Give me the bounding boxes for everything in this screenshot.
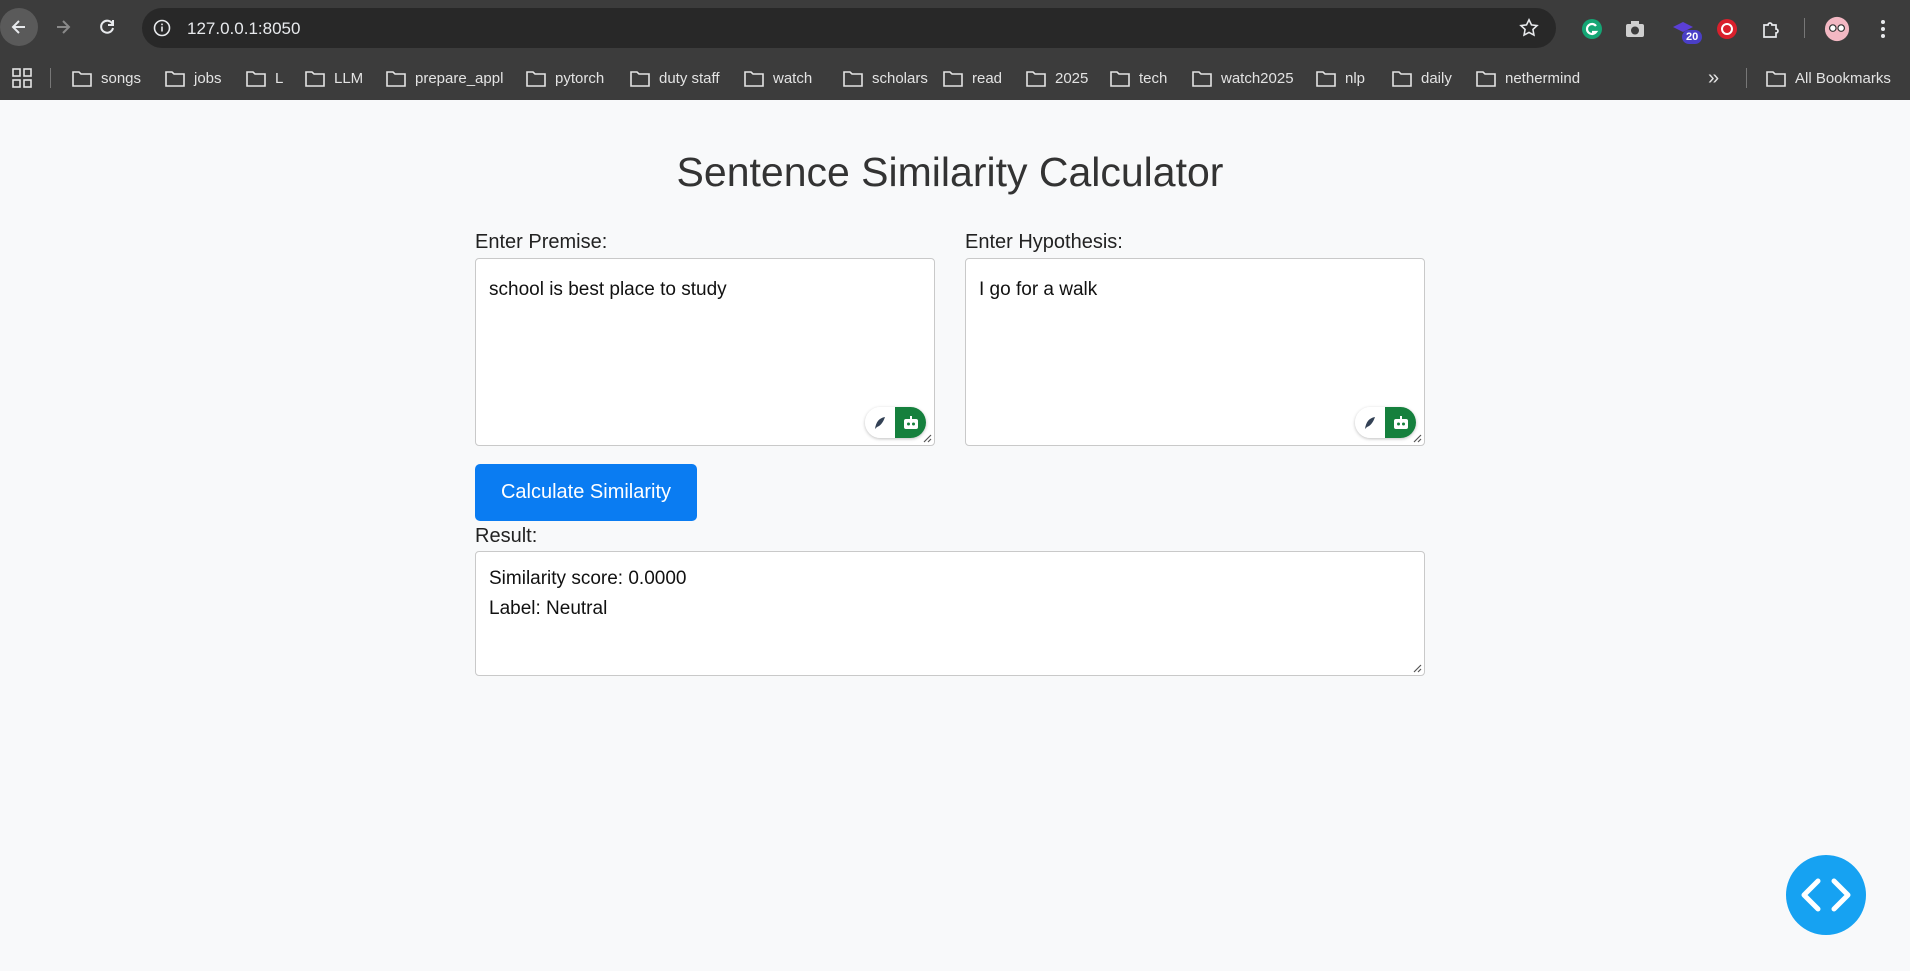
folder-icon <box>1392 70 1412 87</box>
result-label: Result: <box>475 525 538 547</box>
bookmark-label: 2025 <box>1055 69 1089 87</box>
all-bookmarks-label: All Bookmarks <box>1795 69 1891 87</box>
bookmark-item[interactable]: pytorch <box>526 67 604 89</box>
bookmark-label: nlp <box>1345 69 1366 87</box>
reload-button[interactable] <box>88 8 126 46</box>
bookmark-item[interactable]: songs <box>72 67 141 89</box>
bookmark-label: L <box>275 69 284 87</box>
bookmarks-divider <box>50 68 51 88</box>
folder-icon <box>526 70 546 87</box>
site-info-icon[interactable] <box>152 18 172 38</box>
label-text: Label: Neutral <box>489 598 608 619</box>
bookmark-item[interactable]: 2025 <box>1026 67 1088 89</box>
hypothesis-text[interactable]: I go for a walk <box>979 279 1097 300</box>
bookmark-star-icon[interactable] <box>1518 17 1540 39</box>
bookmark-label: watch2025 <box>1221 69 1294 87</box>
folder-icon <box>386 70 406 87</box>
bookmark-item[interactable]: nethermind <box>1476 67 1580 89</box>
folder-icon <box>72 70 92 87</box>
premise-text[interactable]: school is best place to study <box>489 279 727 300</box>
folder-icon <box>943 70 963 87</box>
grammarly-extension-icon[interactable] <box>1579 16 1605 42</box>
folder-icon <box>843 70 863 87</box>
address-bar[interactable]: 127.0.0.1:8050 <box>142 8 1556 48</box>
forward-arrow-icon <box>57 20 71 34</box>
feather-icon[interactable] <box>865 407 895 438</box>
extension-badge: 20 <box>1682 30 1703 44</box>
bookmark-label: prepare_appl <box>415 69 504 87</box>
bookmark-label: read <box>972 69 1003 87</box>
dev-tools-fab[interactable] <box>1786 855 1866 935</box>
folder-icon <box>1476 70 1496 87</box>
bookmark-label: jobs <box>194 69 222 87</box>
bookmark-label: songs <box>101 69 142 87</box>
bookmark-label: scholars <box>872 69 928 87</box>
red-extension-icon[interactable] <box>1714 16 1740 42</box>
profile-avatar[interactable] <box>1824 16 1850 42</box>
scholar-extension-icon[interactable]: 20 <box>1670 16 1703 44</box>
resize-handle-icon[interactable] <box>1412 663 1422 673</box>
forward-button[interactable] <box>44 8 82 46</box>
browser-toolbar: 127.0.0.1:8050 20 <box>0 0 1910 56</box>
camera-extension-icon[interactable] <box>1622 16 1648 42</box>
bookmark-label: tech <box>1139 69 1168 87</box>
folder-icon <box>246 70 266 87</box>
bookmark-item[interactable]: L <box>246 67 283 89</box>
bookmarks-bar: songs jobs L LLM prepare_appl pytorch duty sta… <box>0 56 1910 100</box>
similarity-score-text: Similarity score: 0.0000 <box>489 568 687 589</box>
bookmark-label: watch <box>773 69 813 87</box>
premise-label: Enter Premise: <box>475 231 608 253</box>
bookmark-item[interactable]: scholars <box>843 67 928 89</box>
folder-icon <box>1766 70 1786 87</box>
back-button[interactable] <box>0 8 38 46</box>
bookmark-item[interactable]: duty staff <box>630 67 720 89</box>
bookmarks-divider-2 <box>1746 68 1747 88</box>
bookmark-item[interactable]: LLM <box>305 67 363 89</box>
folder-icon <box>1026 70 1046 87</box>
bookmark-label: nethermind <box>1505 69 1581 87</box>
folder-icon <box>1110 70 1130 87</box>
feather-icon[interactable] <box>1355 407 1385 438</box>
reload-icon <box>100 19 114 34</box>
bookmark-item[interactable]: watch2025 <box>1192 67 1294 89</box>
apps-grid-icon[interactable] <box>12 67 41 89</box>
folder-icon <box>1316 70 1336 87</box>
bookmark-label: pytorch <box>555 69 605 87</box>
result-textarea[interactable]: Similarity score: 0.0000 Label: Neutral <box>475 551 1425 676</box>
grammarly-widget[interactable] <box>865 407 926 438</box>
bookmark-label: LLM <box>334 69 364 87</box>
more-bookmarks-chevron[interactable]: » <box>1708 67 1719 89</box>
folder-icon <box>1192 70 1212 87</box>
bookmark-label: duty staff <box>659 69 720 87</box>
resize-handle-icon[interactable] <box>1412 433 1422 443</box>
bookmark-item[interactable]: watch <box>744 67 812 89</box>
calculate-similarity-button[interactable]: Calculate Similarity <box>475 464 697 521</box>
code-brackets-icon <box>1801 878 1851 912</box>
folder-icon <box>165 70 185 87</box>
extensions-puzzle-icon[interactable] <box>1758 16 1784 42</box>
back-arrow-icon <box>11 20 25 34</box>
bookmark-item[interactable]: prepare_appl <box>386 67 503 89</box>
bookmark-item[interactable]: nlp <box>1316 67 1365 89</box>
bookmark-item[interactable]: jobs <box>165 67 222 89</box>
folder-icon <box>630 70 650 87</box>
hypothesis-textarea[interactable]: I go for a walk <box>965 258 1425 446</box>
folder-icon <box>305 70 325 87</box>
hypothesis-label: Enter Hypothesis: <box>965 231 1123 253</box>
all-bookmarks-item[interactable]: All Bookmarks <box>1766 67 1891 89</box>
browser-menu-icon[interactable] <box>1870 16 1896 42</box>
resize-handle-icon[interactable] <box>922 433 932 443</box>
bookmark-label: daily <box>1421 69 1452 87</box>
premise-textarea[interactable]: school is best place to study <box>475 258 935 446</box>
bookmark-item[interactable]: read <box>943 67 1002 89</box>
folder-icon <box>744 70 764 87</box>
bookmark-item[interactable]: tech <box>1110 67 1167 89</box>
bookmark-item[interactable]: daily <box>1392 67 1452 89</box>
toolbar-divider <box>1804 18 1805 38</box>
page-title: Sentence Similarity Calculator <box>676 149 1224 195</box>
grammarly-widget[interactable] <box>1355 407 1416 438</box>
url-text[interactable]: 127.0.0.1:8050 <box>187 19 300 39</box>
